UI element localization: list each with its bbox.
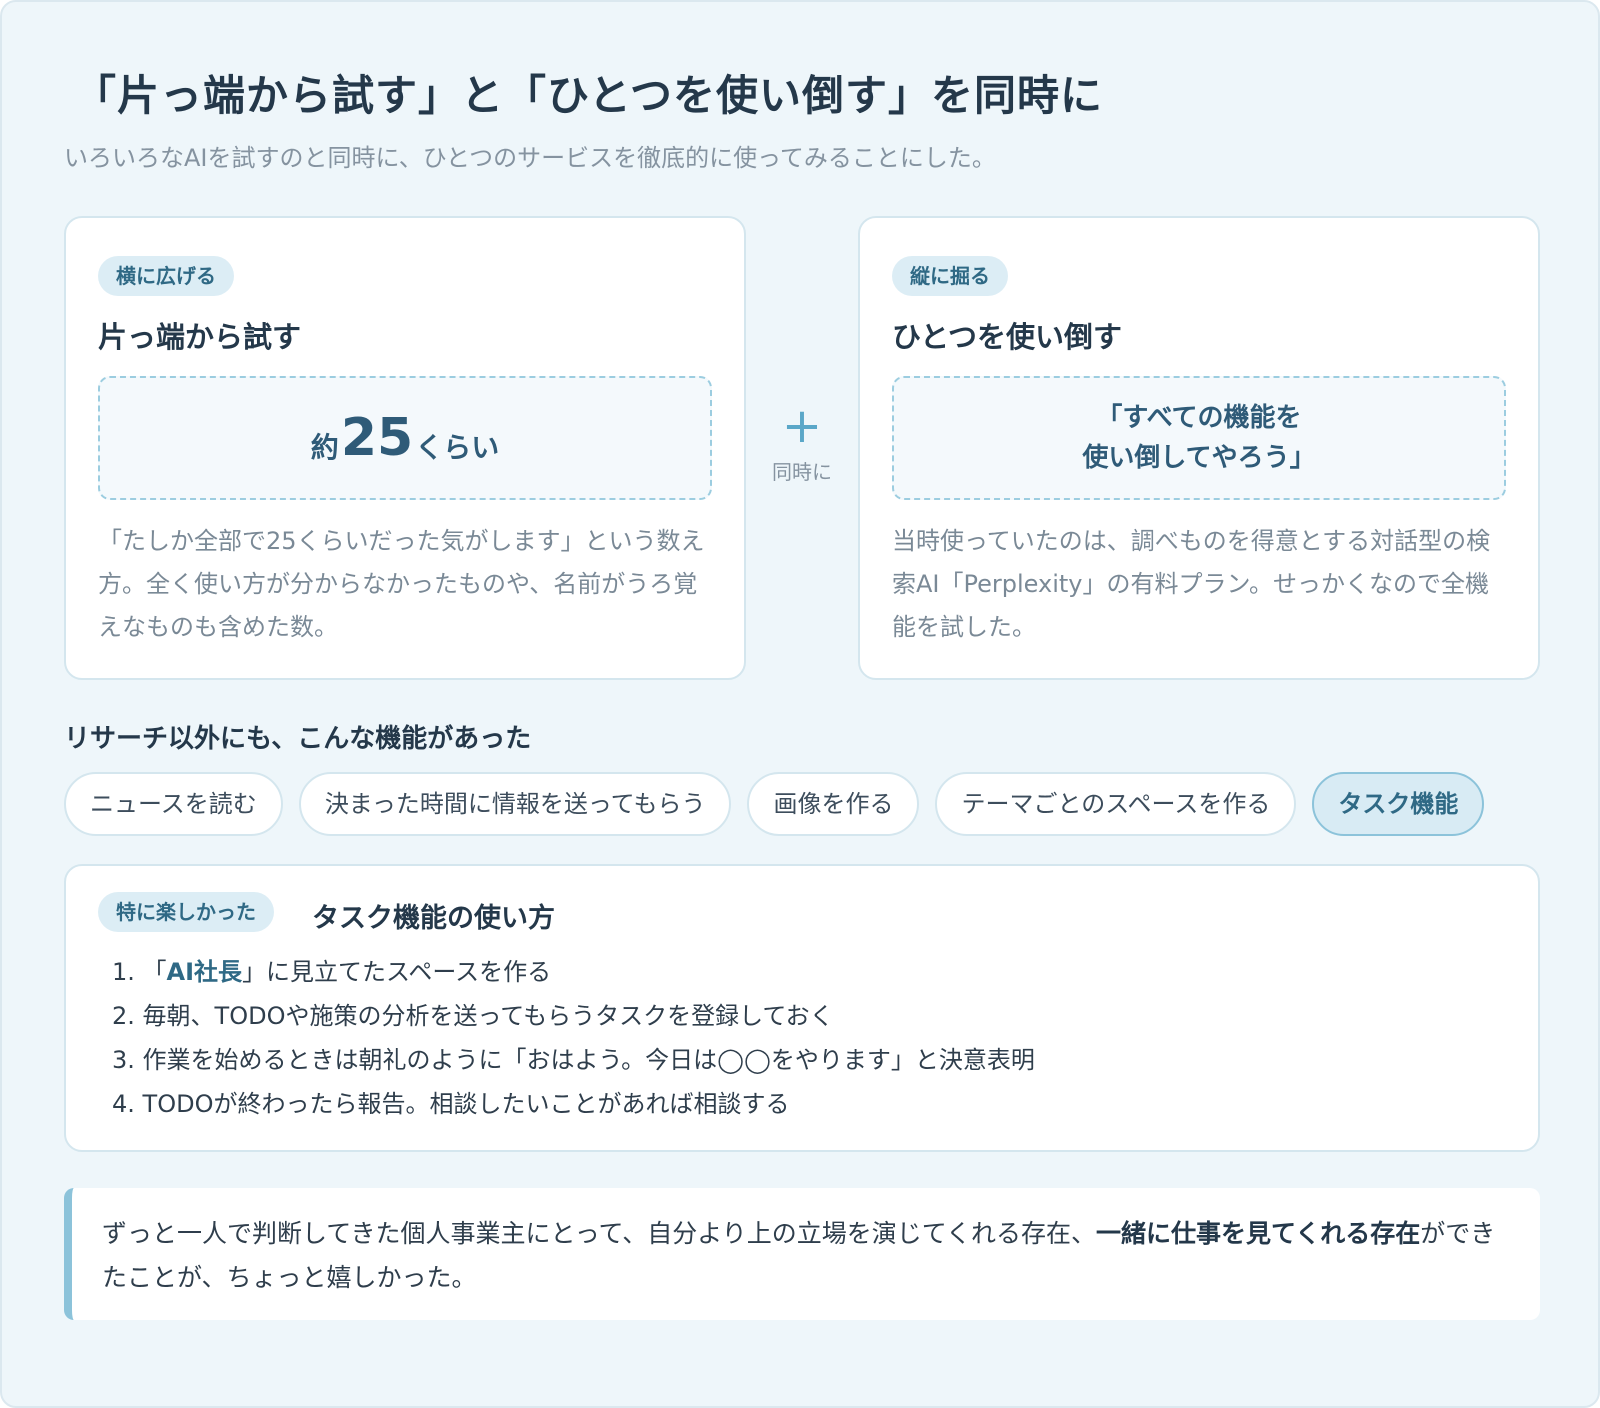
list-item: 4. TODOが終わったら報告。相談したいことがあれば相談する: [112, 1082, 1035, 1126]
list-item: 2. 毎朝、TODOや施策の分析を送ってもらうタスクを登録しておく: [112, 994, 1035, 1038]
chip-theme-spaces[interactable]: テーマごとのスペースを作る: [935, 772, 1297, 836]
card-title-try-everything: 片っ端から試す: [98, 320, 302, 354]
closing-text-before: ずっと一人で判断してきた個人事業主にとって、自分より上の立場を演じてくれる存在、: [102, 1219, 1097, 1248]
list-item: 3. 作業を始めるときは朝礼のように「おはよう。今日は◯◯をやります」と決意表明: [112, 1038, 1035, 1082]
quote-text: 「すべての機能を 使い倒してやろう」: [1082, 403, 1316, 473]
step-text-bold: AI社長: [166, 958, 243, 986]
step-text: TODOが終わったら報告。相談したいことがあれば相談する: [142, 1090, 790, 1118]
plus-icon: +: [781, 398, 823, 454]
chip-scheduled-updates[interactable]: 決まった時間に情報を送ってもらう: [298, 772, 732, 836]
page-title: 「片っ端から試す」と「ひとつを使い倒す」を同時に: [74, 71, 1104, 120]
chip-create-images[interactable]: 画像を作る: [747, 772, 920, 836]
features-heading: リサーチ以外にも、こんな機能があった: [64, 724, 532, 754]
step-text: 毎朝、TODOや施策の分析を送ってもらうタスクを登録しておく: [142, 1002, 834, 1030]
count-suffix: くらい: [415, 431, 500, 464]
vertical-tag: 縦に掘る: [892, 256, 1008, 296]
step-number: 3.: [112, 1046, 135, 1074]
closing-text-bold: 一緒に仕事を見てくれる存在: [1096, 1219, 1421, 1248]
page-subtitle: いろいろなAIを試すのと同時に、ひとつのサービスを徹底的に使ってみることにした。: [64, 144, 996, 172]
step-text: 作業を始めるときは朝礼のように「おはよう。今日は◯◯をやります」と決意表明: [142, 1046, 1035, 1074]
closing-note: ずっと一人で判断してきた個人事業主にとって、自分より上の立場を演じてくれる存在、…: [64, 1188, 1540, 1320]
step-text-post: 」に見立てたスペースを作る: [242, 958, 552, 986]
chip-task-feature[interactable]: タスク機能: [1312, 772, 1485, 836]
task-usage-card: 特に楽しかった タスク機能の使い方 1. 「AI社長」に見立てたスペースを作る …: [64, 864, 1540, 1152]
step-number: 1.: [112, 958, 135, 986]
list-item: 1. 「AI社長」に見立てたスペースを作る: [112, 950, 1035, 994]
task-steps-list: 1. 「AI社長」に見立てたスペースを作る 2. 毎朝、TODOや施策の分析を送…: [112, 950, 1035, 1126]
feature-chip-row: ニュースを読む 決まった時間に情報を送ってもらう 画像を作る テーマごとのスペー…: [64, 772, 1485, 836]
step-number: 4.: [112, 1090, 135, 1118]
chip-read-news[interactable]: ニュースを読む: [64, 772, 283, 836]
step-number: 2.: [112, 1002, 135, 1030]
card-body-use-one-fully: 当時使っていたのは、調べものを得意とする対話型の検索AI「Perplexity」…: [892, 527, 1491, 641]
use-one-fully-card: 縦に掘る ひとつを使い倒す 「すべての機能を 使い倒してやろう」 当時使っていた…: [858, 216, 1540, 680]
plus-connector: + 同時に: [762, 402, 842, 485]
connector-label: 同時に: [772, 460, 832, 484]
card-title-use-one-fully: ひとつを使い倒す: [892, 320, 1122, 354]
favorite-tag: 特に楽しかった: [98, 892, 274, 932]
page-frame: 「片っ端から試す」と「ひとつを使い倒す」を同時に いろいろなAIを試すのと同時に…: [0, 0, 1600, 1408]
quote-highlight-box: 「すべての機能を 使い倒してやろう」: [892, 376, 1506, 500]
task-card-title: タスク機能の使い方: [312, 903, 555, 934]
step-text-pre: 「: [142, 958, 167, 986]
card-body-try-everything: 「たしか全部で25くらいだった気がします」という数え方。全く使い方が分からなかっ…: [98, 527, 705, 641]
count-highlight-box: 約 25 くらい: [98, 376, 712, 500]
horizontal-tag: 横に広げる: [98, 256, 234, 296]
try-everything-card: 横に広げる 片っ端から試す 約 25 くらい 「たしか全部で25くらいだった気が…: [64, 216, 746, 680]
count-prefix: 約: [310, 431, 339, 464]
count-number: 25: [340, 408, 414, 468]
